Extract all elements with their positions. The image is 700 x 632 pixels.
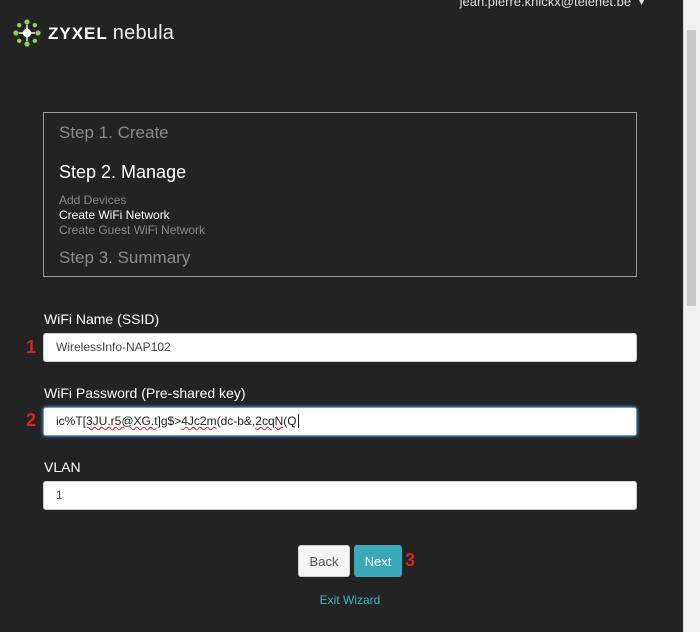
password-input[interactable]: ic%T[3JU.r5@XG.t]g$>4Jc2m(dc-b&,2cqN(Q — [43, 407, 637, 436]
text-cursor — [297, 414, 299, 428]
user-account-menu[interactable]: jean.pierre.knickx@telenet.be ▼ — [460, 0, 646, 9]
user-email: jean.pierre.knickx@telenet.be — [459, 0, 632, 9]
password-text-part: g$> — [160, 414, 182, 428]
ssid-label: WiFi Name (SSID) — [44, 311, 160, 327]
password-text-part: ic%T — [56, 414, 83, 428]
step-manage: Step 2. Manage — [59, 162, 187, 182]
password-text-part: 4Jc2m — [181, 414, 217, 428]
vlan-label: VLAN — [44, 459, 81, 475]
annotation-marker-1: 1 — [26, 337, 37, 357]
substep-create-guest-wifi-network: Create Guest WiFi Network — [59, 223, 206, 237]
password-text-part: 2cqN — [255, 414, 284, 428]
back-button[interactable]: Back — [298, 545, 350, 577]
step-create: Step 1. Create — [59, 123, 169, 142]
product-name: nebula — [112, 21, 175, 44]
substep-create-wifi-network: Create WiFi Network — [59, 208, 170, 222]
exit-wizard-link-row: Exit Wizard — [0, 593, 700, 607]
password-label: WiFi Password (Pre-shared key) — [44, 385, 246, 401]
brand-name: ZYXEL — [48, 23, 108, 43]
scrollbar-thumb[interactable] — [687, 30, 696, 306]
top-bar: ZYXEL nebula jean.pierre.knickx@telenet.… — [0, 0, 684, 66]
scrollbar[interactable] — [683, 0, 700, 632]
password-text-part: (Q — [283, 414, 297, 428]
next-button[interactable]: Next — [354, 545, 402, 577]
substep-add-devices: Add Devices — [59, 193, 127, 207]
password-text-part: (dc-b&, — [216, 414, 256, 428]
zyxel-nebula-logo[interactable]: ZYXEL nebula — [12, 18, 174, 48]
annotation-marker-2: 2 — [26, 410, 37, 430]
password-text-part: [3JU.r5@XG.t] — [82, 414, 161, 428]
wizard-steps-panel: Step 1. Create Step 2. Manage Add Device… — [43, 112, 637, 277]
exit-wizard-link[interactable]: Exit Wizard — [320, 593, 381, 607]
step-summary: Step 3. Summary — [59, 248, 191, 267]
ssid-input[interactable]: WirelessInfo-NAP102 — [43, 333, 637, 362]
nebula-logo-icon — [13, 19, 41, 47]
vlan-input[interactable]: 1 — [43, 481, 637, 510]
chevron-down-icon: ▼ — [637, 0, 646, 7]
annotation-marker-3: 3 — [405, 550, 416, 570]
